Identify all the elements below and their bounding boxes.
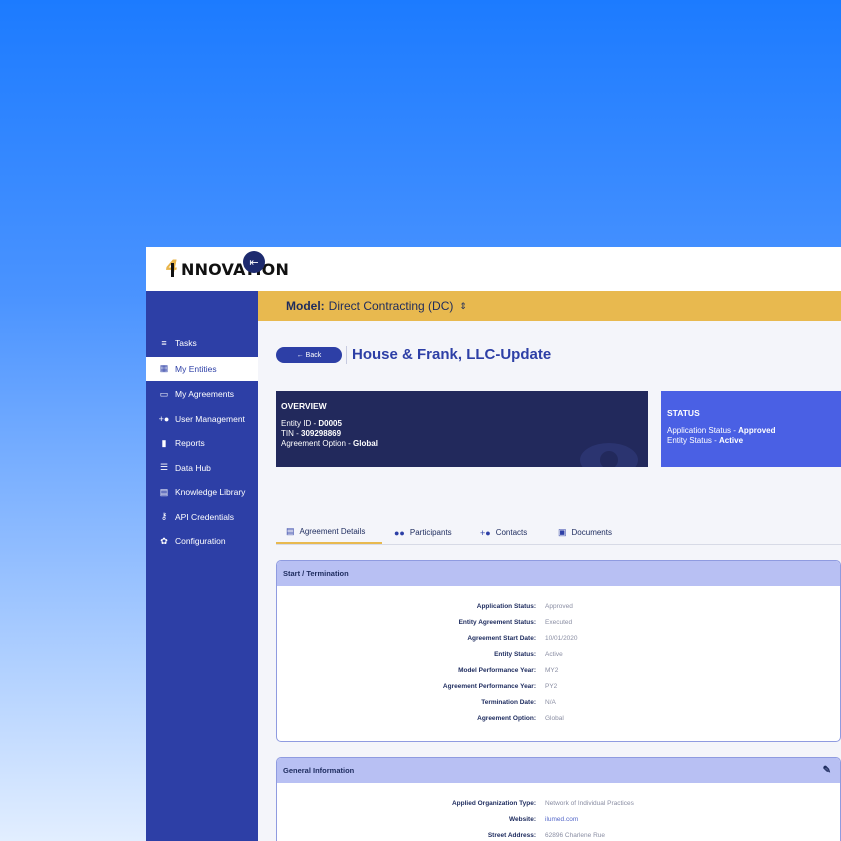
tab-label: Agreement Details <box>299 527 366 536</box>
sidebar-item-my-agreements[interactable]: ▭ My Agreements <box>146 382 258 407</box>
sidebar-item-knowledge-library[interactable]: ▤ Knowledge Library <box>146 480 258 505</box>
website-link[interactable]: ilumed.com <box>545 816 578 823</box>
sidebar-collapse-button[interactable]: ⇤ <box>243 251 265 273</box>
panel-title: General Information <box>283 766 355 775</box>
start-termination-panel: Start / Termination Application Status: A… <box>276 560 841 742</box>
page-title: House & Frank, LLC-Update <box>352 346 552 363</box>
collapse-icon: ⇤ <box>249 256 259 269</box>
sidebar-nav: ≡ Tasks ▦ My Entities ▭ My Agreements +●… <box>146 331 258 554</box>
detail-row: Application Status: Approved <box>476 602 573 610</box>
chevron-updown-icon: ⇕ <box>459 300 467 311</box>
general-information-panel: General Information ✎ Applied Organizati… <box>276 757 841 841</box>
entity-status-value: Active <box>719 436 744 445</box>
app-window: 4 NNOVATION ≡ Tasks ▦ My Entities ▭ My A… <box>146 247 841 841</box>
status-title: STATUS <box>667 408 700 418</box>
detail-row: Entity Status: Active <box>494 650 563 658</box>
tab-label: Participants <box>409 528 452 537</box>
sidebar-item-tasks[interactable]: ≡ Tasks <box>146 331 258 356</box>
sidebar-item-api-credentials[interactable]: ⚷ API Credentials <box>146 505 258 530</box>
sidebar-item-label: Reports <box>175 438 205 449</box>
back-button[interactable]: ← Back <box>276 347 342 363</box>
detail-row: Agreement Performance Year: PY2 <box>442 682 558 690</box>
application-status-line: Application Status - Approved <box>667 426 776 435</box>
detail-row: Agreement Option: Global <box>477 714 564 722</box>
status-card: STATUS Application Status - Approved Ent… <box>661 391 841 467</box>
sidebar-item-label: API Credentials <box>175 511 235 522</box>
book-icon: ▤ <box>159 486 169 497</box>
agreement-option-value: Global <box>353 439 378 448</box>
sidebar-item-user-management[interactable]: +● User Management <box>146 407 258 432</box>
sidebar-item-label: Knowledge Library <box>175 487 246 498</box>
detail-row: Termination Date: N/A <box>481 698 556 706</box>
tab-label: Contacts <box>495 528 528 537</box>
tab-agreement-details[interactable]: ▤ Agreement Details <box>276 521 382 544</box>
people-icon: ●● <box>394 527 405 538</box>
tab-contacts[interactable]: +● Contacts <box>480 521 527 544</box>
entity-id-line: Entity ID - D0005 <box>281 419 342 428</box>
sidebar-item-configuration[interactable]: ✿ Configuration <box>146 529 258 554</box>
sidebar: ≡ Tasks ▦ My Entities ▭ My Agreements +●… <box>146 291 258 841</box>
sidebar-item-reports[interactable]: ▮ Reports <box>146 431 258 456</box>
detail-row: Entity Agreement Status: Executed <box>458 618 573 626</box>
sidebar-item-label: Configuration <box>175 536 226 547</box>
data-hub-icon: ☰ <box>159 462 169 473</box>
model-selector[interactable]: Model: Direct Contracting (DC) ⇕ <box>258 291 841 321</box>
sidebar-item-my-entities[interactable]: ▦ My Entities <box>146 356 258 381</box>
gear-icon: ✿ <box>160 535 168 546</box>
tin-line: TIN - 309298869 <box>281 429 342 438</box>
detail-row: Agreement Start Date: 10/01/2020 <box>467 634 578 642</box>
model-label: Model: <box>286 299 325 313</box>
reports-icon: ▮ <box>161 437 167 448</box>
key-icon: ⚷ <box>160 511 168 522</box>
add-contact-icon: +● <box>480 527 491 538</box>
sidebar-item-label: My Entities <box>175 363 217 374</box>
sidebar-item-label: Data Hub <box>175 462 211 473</box>
detail-row: Applied Organization Type: Network of Ind… <box>451 799 634 807</box>
files-icon: ▣ <box>558 527 567 537</box>
sidebar-item-label: Tasks <box>175 338 197 349</box>
panel-header: Start / Termination <box>277 561 840 586</box>
panel-header: General Information ✎ <box>277 758 840 783</box>
detail-row: Website: ilumed.com <box>509 815 579 823</box>
document-icon: ▤ <box>286 526 295 536</box>
main-content: ← Back House & Frank, LLC-Update OVERVIE… <box>258 321 841 841</box>
tab-bar: ▤ Agreement Details ●● Participants +● C… <box>276 521 841 545</box>
tab-participants[interactable]: ●● Participants <box>394 521 452 544</box>
application-status-value: Approved <box>738 426 776 435</box>
overview-title: OVERVIEW <box>281 401 327 411</box>
tab-documents[interactable]: ▣ Documents <box>558 521 612 544</box>
sidebar-item-label: User Management <box>175 413 245 424</box>
entity-id-value: D0005 <box>318 419 342 428</box>
tin-value: 309298869 <box>301 429 342 438</box>
detail-row: Model Performance Year: MY2 <box>458 666 559 674</box>
edit-icon[interactable]: ✎ <box>823 765 831 776</box>
logo[interactable]: 4 NNOVATION <box>166 257 290 279</box>
title-divider <box>346 346 347 364</box>
logo-mark: 4 <box>166 257 180 278</box>
entity-status-line: Entity Status - Active <box>667 436 744 445</box>
detail-row: Street Address: 62896 Charlene Rue <box>487 831 605 839</box>
calendar-icon: ▭ <box>159 388 169 399</box>
sidebar-item-data-hub[interactable]: ☰ Data Hub <box>146 456 258 481</box>
overview-card: OVERVIEW Entity ID - D0005 TIN - 3092988… <box>276 391 648 467</box>
sidebar-item-label: My Agreements <box>175 389 235 400</box>
tasks-icon: ≡ <box>161 338 167 349</box>
tab-label: Documents <box>571 528 612 537</box>
model-value: Direct Contracting (DC) <box>328 299 454 313</box>
entities-icon: ▦ <box>159 363 169 374</box>
logo-text: NNOVATION <box>181 259 290 279</box>
add-user-icon: +● <box>158 413 170 424</box>
